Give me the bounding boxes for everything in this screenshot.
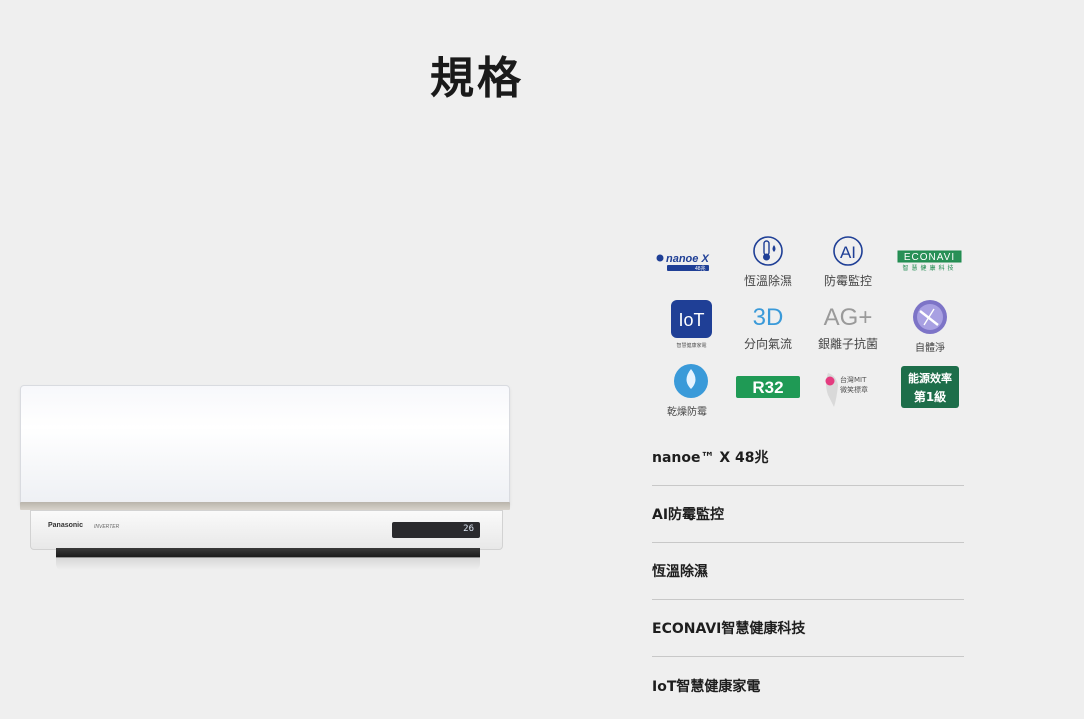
ac-brand-logo: Panasonic [48,522,84,529]
feature-ai: AI 防霉監控 [808,235,888,295]
ag-icon-text: AG+ [824,304,873,331]
nanoe-x-logo-icon: nanoe X 48兆 [656,253,709,272]
feature-iot: IoT 智慧健康家電 [647,299,727,359]
thermometer-droplet-icon [753,236,783,266]
air-conditioner-image: Panasonic INVERTER 26 [18,385,512,585]
energy-line1: 能源效率 [908,371,952,385]
ac-display-panel: 26 [392,522,480,538]
econavi-logo-icon: ECONAVI 智慧健康科技 [897,250,962,272]
page-title: 規格 [430,53,524,104]
ag-label: 銀離子抗菌 [817,337,878,351]
feature-3d-airflow: 3D 分向氣流 [728,299,808,359]
humidity-label: 恆溫除濕 [743,274,792,288]
self-clean-label: 自體淨 [915,343,945,354]
ai-icon-text: AI [840,243,856,262]
feature-nanoe: nanoe X 48兆 [643,237,723,297]
mit-line1: 台灣MIT [840,375,867,384]
nanoe-badge: 48兆 [695,265,706,272]
airflow-icon-text: 3D [753,304,784,331]
spec-item: ECONAVI智慧健康科技 [652,600,964,657]
ag-ion-icon: AG+ [824,304,873,331]
dry-label: 乾燥防霉 [667,407,707,418]
feature-humidity: 恆溫除濕 [728,235,808,295]
econavi-logo-text: ECONAVI [904,252,955,263]
feature-self-clean: 自體淨 [890,299,970,359]
econavi-sub-text: 智慧健康科技 [902,264,956,272]
energy-efficiency-icon: 能源效率 第1級 [901,366,959,408]
spec-item: IoT智慧健康家電 [652,678,761,695]
airflow-label: 分向氣流 [743,337,792,351]
feature-ag-ion: AG+ 銀離子抗菌 [808,299,888,359]
spec-item: 恆溫除濕 [652,543,964,600]
feature-econavi: ECONAVI 智慧健康科技 [890,237,970,297]
spec-item: nanoe™ X 48兆 [652,429,964,486]
water-drop-icon [674,364,708,398]
feature-dry: 乾燥防霉 [647,363,727,423]
ac-front-panel [20,385,510,505]
spec-list: nanoe™ X 48兆 AI防霉監控 恆溫除濕 ECONAVI智慧健康科技 I… [652,429,964,714]
mit-line2: 微笑標章 [840,385,868,394]
feature-energy-label: 能源效率 第1級 [890,363,970,423]
ai-label: 防霉監控 [823,274,872,288]
self-clean-icon [913,300,947,334]
ac-display-reading: 26 [463,524,474,534]
ac-trim-strip [20,502,510,510]
iot-icon: IoT 智慧健康家電 [671,300,712,349]
ac-air-vent [56,548,480,570]
spec-item: AI防霉監控 [652,486,964,543]
ai-icon: AI [833,236,863,266]
energy-line2: 第1級 [914,389,946,404]
taiwan-mit-icon: 台灣MIT 微笑標章 [825,373,868,407]
iot-sub-text: 智慧健康家電 [676,342,706,349]
3d-airflow-icon: 3D [753,304,784,331]
r32-refrigerant-icon: R32 [736,376,800,398]
r32-icon-text: R32 [752,378,783,397]
feature-r32: R32 [728,363,808,423]
ac-inverter-logo: INVERTER [94,524,120,530]
feature-mit: 台灣MIT 微笑標章 [808,363,888,423]
iot-icon-text: IoT [678,310,704,330]
nanoe-logo-text: nanoe X [666,253,709,265]
